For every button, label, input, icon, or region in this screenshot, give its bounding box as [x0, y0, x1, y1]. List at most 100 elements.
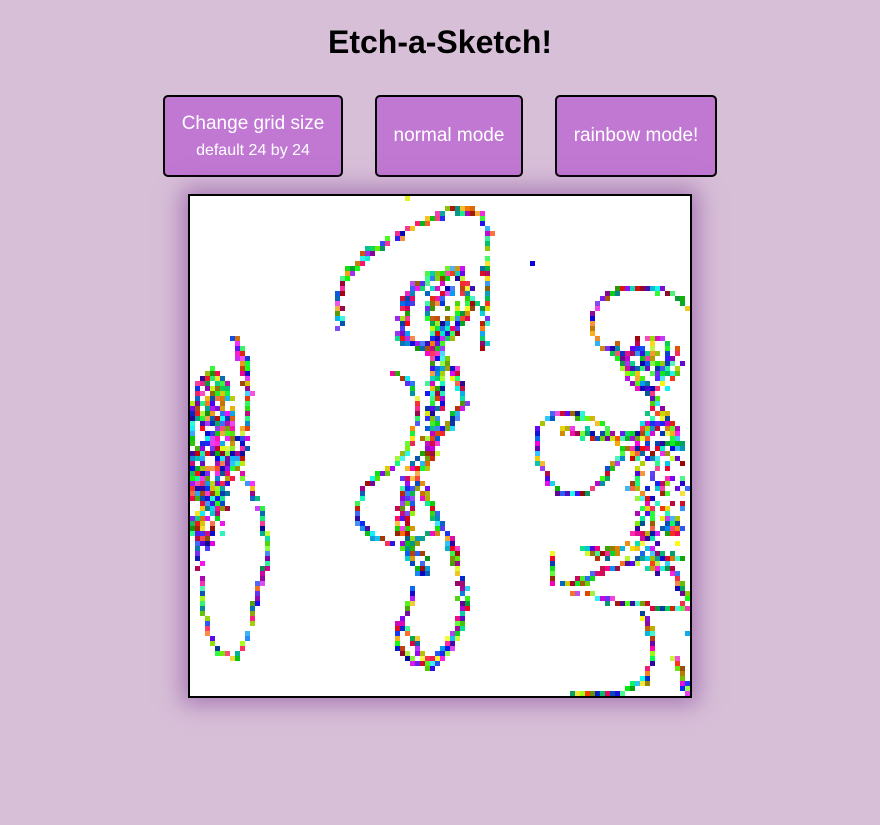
grid-cell[interactable]	[400, 626, 405, 631]
grid-cell[interactable]	[595, 596, 600, 601]
grid-cell[interactable]	[455, 626, 460, 631]
grid-cell[interactable]	[375, 471, 380, 476]
grid-cell[interactable]	[205, 516, 210, 521]
grid-cell[interactable]	[485, 291, 490, 296]
grid-cell[interactable]	[645, 351, 650, 356]
grid-cell[interactable]	[590, 311, 595, 316]
grid-cell[interactable]	[440, 386, 445, 391]
grid-cell[interactable]	[630, 486, 635, 491]
grid-cell[interactable]	[455, 411, 460, 416]
grid-cell[interactable]	[215, 496, 220, 501]
grid-cell[interactable]	[660, 551, 665, 556]
grid-cell[interactable]	[200, 401, 205, 406]
grid-cell[interactable]	[455, 621, 460, 626]
grid-cell[interactable]	[665, 491, 670, 496]
grid-cell[interactable]	[635, 486, 640, 491]
grid-cell[interactable]	[240, 436, 245, 441]
grid-cell[interactable]	[360, 251, 365, 256]
grid-cell[interactable]	[665, 506, 670, 511]
grid-cell[interactable]	[655, 401, 660, 406]
grid-cell[interactable]	[365, 481, 370, 486]
grid-cell[interactable]	[675, 526, 680, 531]
grid-cell[interactable]	[455, 301, 460, 306]
grid-cell[interactable]	[425, 501, 430, 506]
grid-cell[interactable]	[665, 431, 670, 436]
grid-cell[interactable]	[570, 691, 575, 696]
grid-cell[interactable]	[410, 501, 415, 506]
grid-cell[interactable]	[190, 516, 195, 521]
grid-cell[interactable]	[200, 411, 205, 416]
grid-cell[interactable]	[645, 386, 650, 391]
grid-cell[interactable]	[650, 336, 655, 341]
grid-cell[interactable]	[645, 626, 650, 631]
grid-cell[interactable]	[425, 316, 430, 321]
grid-cell[interactable]	[590, 691, 595, 696]
grid-cell[interactable]	[260, 531, 265, 536]
grid-cell[interactable]	[200, 516, 205, 521]
grid-cell[interactable]	[680, 361, 685, 366]
grid-cell[interactable]	[455, 271, 460, 276]
grid-cell[interactable]	[435, 316, 440, 321]
grid-cell[interactable]	[615, 356, 620, 361]
grid-cell[interactable]	[210, 496, 215, 501]
grid-cell[interactable]	[220, 491, 225, 496]
grid-cell[interactable]	[425, 351, 430, 356]
grid-cell[interactable]	[425, 436, 430, 441]
grid-cell[interactable]	[550, 566, 555, 571]
grid-cell[interactable]	[405, 516, 410, 521]
grid-cell[interactable]	[210, 451, 215, 456]
grid-cell[interactable]	[190, 421, 195, 426]
grid-cell[interactable]	[240, 446, 245, 451]
grid-cell[interactable]	[465, 301, 470, 306]
grid-cell[interactable]	[650, 636, 655, 641]
grid-cell[interactable]	[415, 346, 420, 351]
grid-cell[interactable]	[430, 216, 435, 221]
grid-cell[interactable]	[380, 471, 385, 476]
grid-cell[interactable]	[445, 636, 450, 641]
grid-cell[interactable]	[660, 336, 665, 341]
grid-cell[interactable]	[465, 281, 470, 286]
grid-cell[interactable]	[680, 586, 685, 591]
grid-cell[interactable]	[635, 376, 640, 381]
grid-cell[interactable]	[630, 431, 635, 436]
grid-cell[interactable]	[205, 531, 210, 536]
grid-cell[interactable]	[435, 216, 440, 221]
grid-cell[interactable]	[420, 661, 425, 666]
grid-cell[interactable]	[215, 506, 220, 511]
grid-cell[interactable]	[660, 486, 665, 491]
grid-cell[interactable]	[210, 366, 215, 371]
grid-cell[interactable]	[430, 406, 435, 411]
grid-cell[interactable]	[645, 681, 650, 686]
grid-cell[interactable]	[620, 286, 625, 291]
grid-cell[interactable]	[440, 216, 445, 221]
grid-cell[interactable]	[395, 506, 400, 511]
grid-cell[interactable]	[655, 556, 660, 561]
grid-cell[interactable]	[340, 281, 345, 286]
grid-cell[interactable]	[340, 291, 345, 296]
grid-cell[interactable]	[440, 651, 445, 656]
grid-cell[interactable]	[410, 596, 415, 601]
grid-cell[interactable]	[670, 656, 675, 661]
grid-cell[interactable]	[485, 341, 490, 346]
grid-cell[interactable]	[405, 321, 410, 326]
grid-cell[interactable]	[210, 501, 215, 506]
grid-cell[interactable]	[650, 351, 655, 356]
grid-cell[interactable]	[405, 551, 410, 556]
grid-cell[interactable]	[375, 536, 380, 541]
grid-cell[interactable]	[200, 506, 205, 511]
grid-cell[interactable]	[215, 426, 220, 431]
grid-cell[interactable]	[680, 581, 685, 586]
grid-cell[interactable]	[600, 481, 605, 486]
grid-cell[interactable]	[640, 366, 645, 371]
grid-cell[interactable]	[355, 511, 360, 516]
grid-cell[interactable]	[410, 511, 415, 516]
grid-cell[interactable]	[445, 306, 450, 311]
grid-cell[interactable]	[405, 546, 410, 551]
grid-cell[interactable]	[240, 381, 245, 386]
grid-cell[interactable]	[645, 501, 650, 506]
grid-cell[interactable]	[385, 241, 390, 246]
grid-cell[interactable]	[640, 286, 645, 291]
grid-cell[interactable]	[190, 436, 195, 441]
grid-cell[interactable]	[420, 566, 425, 571]
grid-cell[interactable]	[370, 476, 375, 481]
